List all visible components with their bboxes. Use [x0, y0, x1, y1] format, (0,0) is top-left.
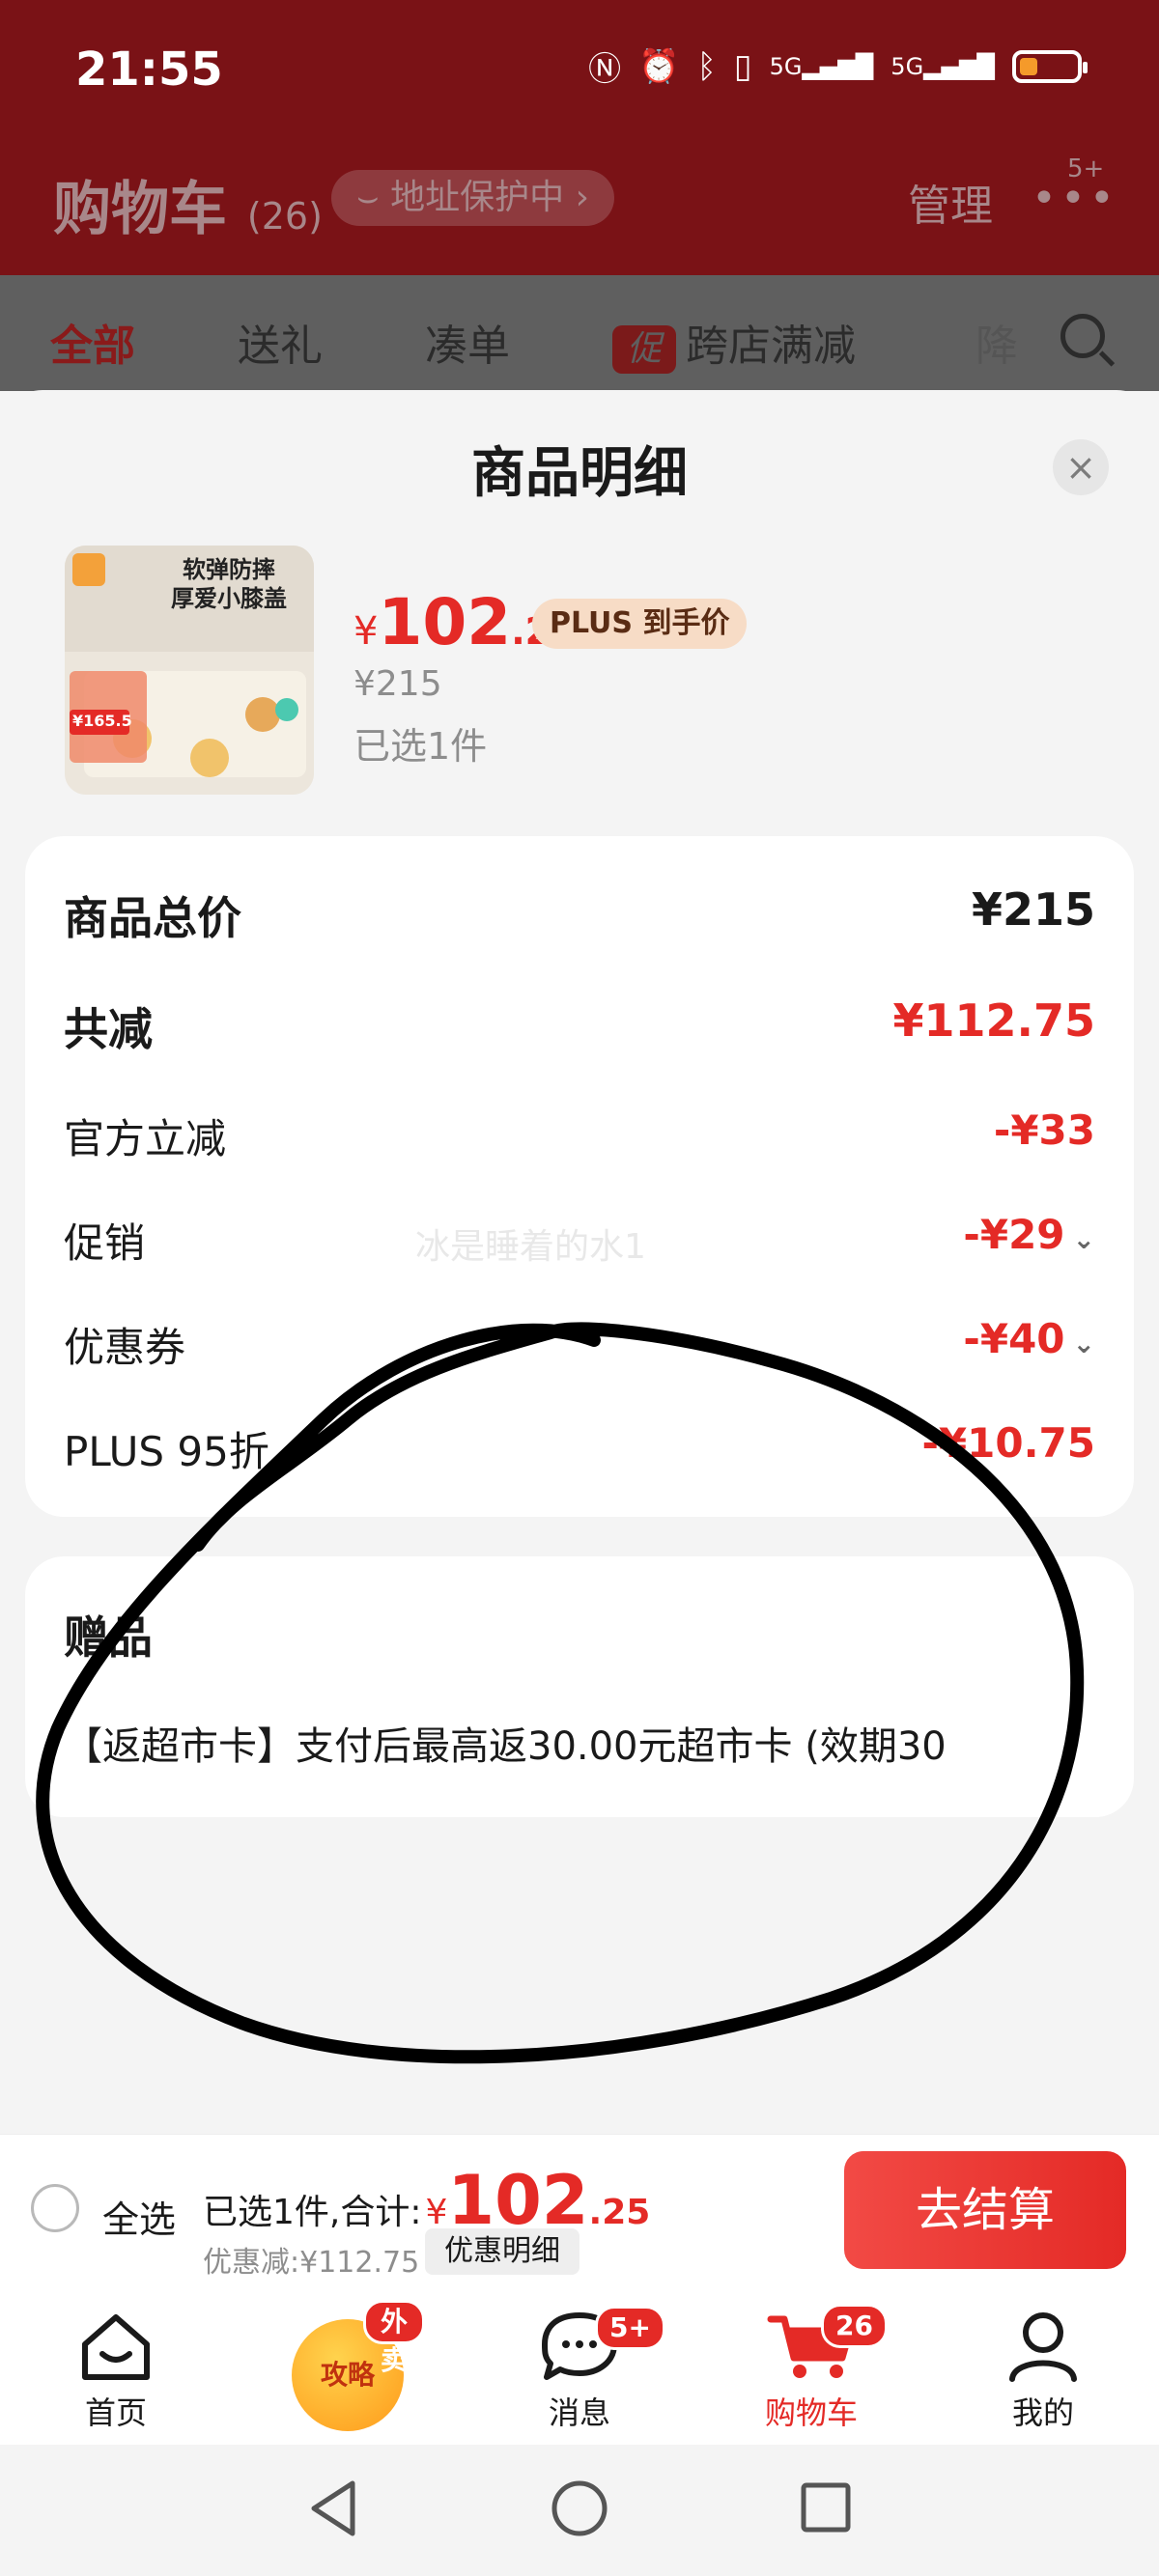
coupon-label: 优惠券: [64, 1324, 186, 1371]
plus-discount-value: -¥10.75: [921, 1419, 1095, 1467]
messages-badge: 5+: [595, 2306, 665, 2350]
official-discount-label: 官方立减: [64, 1115, 227, 1162]
system-nav-bar: [0, 2445, 1159, 2572]
alarm-icon: ⏰: [638, 46, 680, 86]
nav-cart[interactable]: 26 购物车: [734, 2304, 889, 2431]
cart-count: (26): [246, 195, 323, 238]
more-badge: 5+: [1067, 154, 1105, 183]
promotion-label: 促销: [64, 1219, 146, 1267]
tab-cross-store[interactable]: 促跨店满减: [612, 311, 856, 374]
checkout-total: 已选1件,合计: ¥ 102 .25: [203, 2161, 651, 2240]
thumb-text-2: 厚爱小膝盖: [171, 585, 287, 612]
bluetooth-icon: ᛒ: [696, 46, 717, 86]
checkout-button[interactable]: 去结算: [844, 2151, 1126, 2269]
search-icon[interactable]: [1060, 314, 1105, 358]
signal-5g-icon: 5G▂▄▆█: [890, 52, 995, 80]
address-protection-pill[interactable]: ⌣ 地址保护中 ›: [331, 170, 614, 226]
nav-profile[interactable]: 我的: [966, 2308, 1120, 2431]
status-icons: Ⓝ ⏰ ᛒ ▯ 5G▂▄▆█ 5G▂▄▆█: [588, 42, 1088, 90]
total-reduced-label: 共减: [64, 1003, 153, 1055]
shield-icon: ⌣: [356, 178, 380, 217]
home-icon: [82, 2314, 150, 2380]
tab-bundle[interactable]: 凑单: [425, 311, 510, 373]
chevron-down-icon: ⌄: [1072, 1328, 1095, 1359]
close-button[interactable]: ×: [1053, 439, 1109, 495]
signal-5g-icon: 5G▂▄▆█: [769, 52, 874, 80]
plus-discount-label: PLUS 95折: [64, 1428, 269, 1475]
total-price-label: 商品总价: [64, 892, 241, 944]
promo-tag-icon: 促: [612, 325, 676, 374]
page-title: 购物车 (26): [53, 176, 323, 243]
gift-title: 赠品: [64, 1611, 153, 1664]
profile-icon: [1009, 2312, 1077, 2382]
tab-gift[interactable]: 送礼: [238, 311, 323, 373]
gift-card: [25, 1556, 1134, 1817]
thumb-text-1: 软弹防摔: [183, 556, 275, 583]
total-reduced-value: ¥112.75: [892, 994, 1095, 1047]
coupon-row[interactable]: -¥40 ⌄: [963, 1315, 1095, 1362]
promotion-value: -¥29: [963, 1211, 1065, 1258]
select-all-label[interactable]: 全选: [102, 2190, 176, 2243]
recents-icon[interactable]: [801, 2482, 851, 2533]
selected-quantity: 已选1件: [353, 725, 488, 768]
coupon-value: -¥40: [963, 1315, 1065, 1362]
sheet-title: 商品明细: [471, 442, 688, 505]
nfc-icon: Ⓝ: [588, 50, 622, 89]
status-time: 21:55: [75, 42, 223, 97]
manage-button[interactable]: 管理: [908, 171, 993, 233]
original-price: ¥215: [353, 664, 442, 704]
chevron-down-icon: ⌄: [1072, 1223, 1095, 1255]
nav-messages[interactable]: 5+ 消息: [502, 2306, 665, 2431]
promotion-row[interactable]: -¥29 ⌄: [963, 1211, 1095, 1258]
discount-detail-button[interactable]: 优惠明细: [425, 2228, 580, 2275]
tab-price-drop[interactable]: 降: [975, 311, 1018, 373]
nav-home[interactable]: 首页: [39, 2308, 193, 2431]
select-all-checkbox[interactable]: [31, 2184, 79, 2232]
watermark: 冰是睡着的水1: [415, 1227, 646, 1267]
tab-all[interactable]: 全部: [50, 311, 135, 373]
battery-icon: [1012, 49, 1088, 83]
checkout-discount: 优惠减:¥112.75: [203, 2246, 420, 2280]
gift-description: 【返超市卡】支付后最高返30.00元超市卡 (效期30: [64, 1724, 947, 1769]
guide-badge: 外卖: [363, 2300, 425, 2376]
back-icon[interactable]: [311, 2480, 355, 2536]
status-bar: 21:55 Ⓝ ⏰ ᛒ ▯ 5G▂▄▆█ 5G▂▄▆█: [0, 0, 1159, 135]
total-price-value: ¥215: [971, 883, 1095, 936]
cart-badge: 26: [821, 2304, 888, 2348]
home-circle-icon[interactable]: [551, 2480, 608, 2536]
thumb-price: ¥165.5: [72, 712, 132, 730]
product-thumbnail[interactable]: 软弹防摔 厚爱小膝盖 ¥165.5: [65, 546, 314, 795]
official-discount-value: -¥33: [993, 1106, 1095, 1154]
plus-price-badge: PLUS 到手价: [532, 599, 748, 649]
vibrate-icon: ▯: [733, 46, 752, 86]
